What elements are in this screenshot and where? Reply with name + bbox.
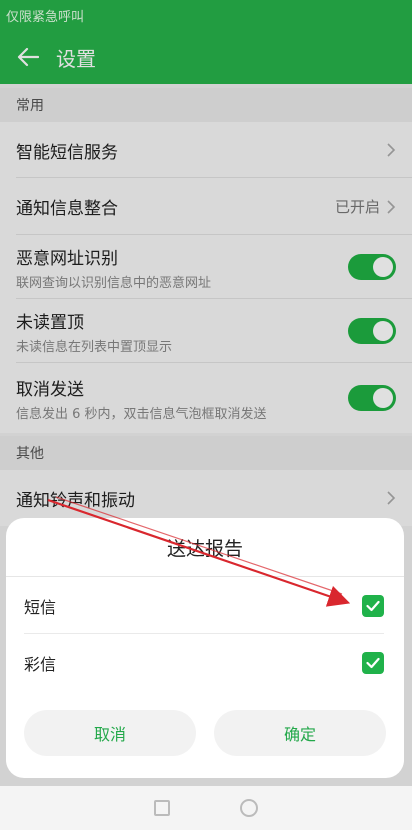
ok-button[interactable]: 确定 [214,710,386,756]
nav-back-button[interactable] [66,799,84,817]
option-sms[interactable]: 短信 [6,577,404,634]
mms-checkbox[interactable] [362,651,384,674]
nav-home-button[interactable] [240,799,258,817]
option-label: 短信 [24,597,57,617]
option-label: 彩信 [24,654,57,674]
system-nav-bar [0,786,412,830]
nav-recents-button[interactable] [154,800,170,816]
dialog-title: 送达报告 [6,518,404,577]
check-icon [366,657,380,668]
delivery-report-dialog: 送达报告 短信 彩信 取消 确定 [6,518,404,778]
sms-checkbox[interactable] [362,594,384,617]
option-mms[interactable]: 彩信 [6,634,404,691]
check-icon [366,600,380,611]
cancel-button[interactable]: 取消 [24,710,196,756]
